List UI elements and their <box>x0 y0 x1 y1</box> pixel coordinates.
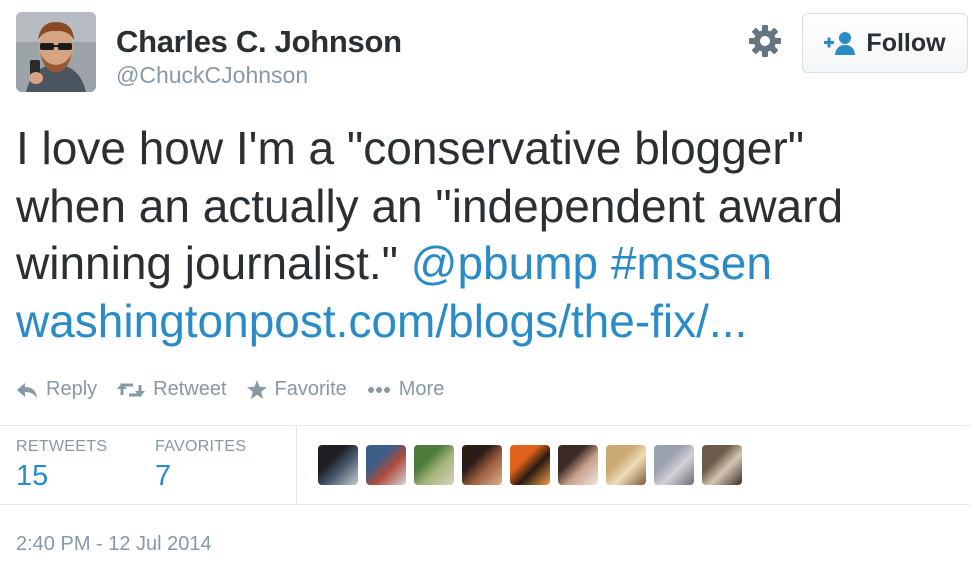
url-link[interactable]: washingtonpost.com/blogs/the-fix/... <box>16 293 966 351</box>
favorite-action[interactable]: Favorite <box>246 378 347 401</box>
favoriter-avatar[interactable] <box>366 445 406 485</box>
favoriter-avatar[interactable] <box>654 445 694 485</box>
tweet-timestamp[interactable]: 2:40 PM - 12 Jul 2014 <box>16 533 212 556</box>
more-label: More <box>398 378 445 400</box>
follow-label: Follow <box>866 28 946 57</box>
hashtag-link[interactable]: #mssen <box>611 237 772 289</box>
favoriter-avatar[interactable] <box>510 445 550 485</box>
more-action[interactable]: More <box>367 378 445 401</box>
tweet-line-1: I love how I'm a "conservative blogger" <box>16 122 805 174</box>
reply-icon <box>17 382 37 398</box>
favorites-label: FAVORITES <box>155 438 247 455</box>
favorite-label: Favorite <box>274 378 347 400</box>
favoriter-avatar[interactable] <box>702 445 742 485</box>
tweet-line-3: winning journalist." @pbump #mssen <box>16 235 966 293</box>
author-name[interactable]: Charles C. Johnson <box>116 24 402 60</box>
tweet-line-2: when an actually an "independent award <box>16 179 844 232</box>
avatar-photo <box>16 12 96 92</box>
follow-button[interactable]: Follow <box>802 13 968 73</box>
more-dots-icon <box>367 386 390 393</box>
favoriter-avatar[interactable] <box>462 445 502 485</box>
stats-divider <box>296 426 297 504</box>
favoriter-avatar[interactable] <box>558 445 598 485</box>
favorites-count[interactable]: 7 <box>155 460 171 493</box>
retweet-label: Retweet <box>153 378 227 400</box>
tweet-actions: Reply Retweet Favorite More <box>16 378 464 401</box>
favoriter-avatar[interactable] <box>606 445 646 485</box>
reply-label: Reply <box>46 378 98 400</box>
gear-icon[interactable] <box>748 24 782 58</box>
stats-bottom-divider <box>0 504 970 505</box>
retweet-icon <box>117 382 146 397</box>
add-person-icon <box>824 32 856 55</box>
stats-top-divider <box>0 425 970 426</box>
tweet-text: I love how I'm a "conservative blogger" … <box>16 120 966 350</box>
tweet-line-3-text: winning journalist." <box>16 237 398 289</box>
retweets-count[interactable]: 15 <box>16 460 48 493</box>
retweet-action[interactable]: Retweet <box>117 378 227 401</box>
favoriter-avatar[interactable] <box>414 445 454 485</box>
author-handle[interactable]: @ChuckCJohnson <box>116 62 308 89</box>
star-icon <box>246 379 267 399</box>
reply-action[interactable]: Reply <box>16 378 97 401</box>
favoriter-avatars <box>318 445 742 485</box>
author-avatar[interactable] <box>16 12 96 92</box>
mention-link[interactable]: @pbump <box>411 237 598 289</box>
retweets-label: RETWEETS <box>16 438 108 455</box>
favoriter-avatar[interactable] <box>318 445 358 485</box>
